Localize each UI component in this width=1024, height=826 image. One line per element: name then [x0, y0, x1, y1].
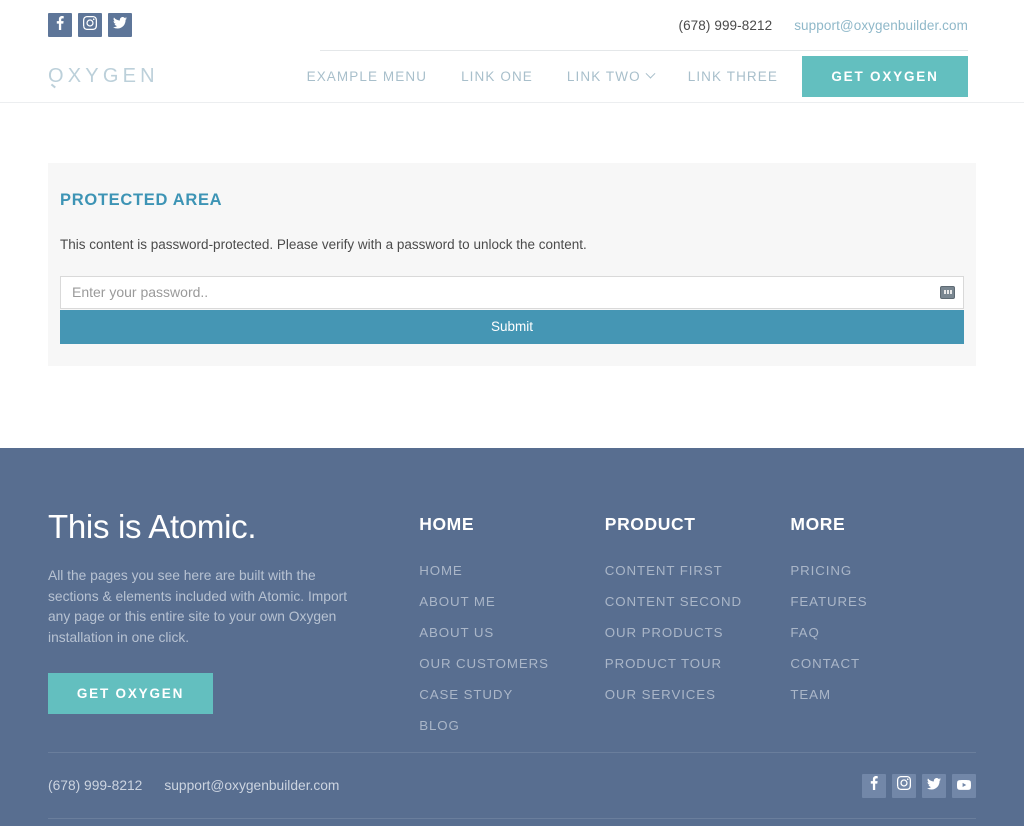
- footer-link-about-me[interactable]: ABOUT ME: [419, 594, 605, 609]
- primary-nav: EXAMPLE MENU LINK ONE LINK TWO LINK THRE…: [307, 68, 778, 84]
- site-header: OXYGEN EXAMPLE MENU LINK ONE LINK TWO LI…: [0, 50, 1024, 103]
- submit-button[interactable]: Submit: [60, 309, 964, 344]
- youtube-icon: [957, 777, 971, 795]
- nav-label: LINK TWO: [566, 68, 641, 84]
- instagram-icon: [83, 15, 98, 35]
- footer-link-product-tour[interactable]: PRODUCT TOUR: [605, 656, 791, 671]
- footer-social-link-facebook[interactable]: [862, 773, 886, 798]
- password-field-wrapper[interactable]: [60, 275, 964, 309]
- protected-area-title: PROTECTED AREA: [60, 191, 223, 209]
- topbar-email[interactable]: support@oxygenbuilder.com: [794, 18, 968, 33]
- site-logo[interactable]: OXYGEN: [48, 65, 159, 88]
- nav-item-link-two[interactable]: LINK TWO: [566, 68, 656, 84]
- protected-area-description: This content is password-protected. Plea…: [60, 237, 587, 252]
- footer-link-our-customers[interactable]: OUR CUSTOMERS: [419, 656, 605, 671]
- footer-column-heading: HOME: [419, 514, 475, 534]
- social-link-twitter[interactable]: [108, 13, 132, 37]
- footer-link-features[interactable]: FEATURES: [790, 594, 976, 609]
- footer-social-link-instagram[interactable]: [892, 773, 916, 798]
- footer-brand-description: All the pages you see here are built wit…: [48, 568, 348, 646]
- password-input[interactable]: [61, 276, 963, 308]
- footer-link-our-services[interactable]: OUR SERVICES: [605, 687, 791, 702]
- topbar-phone[interactable]: (678) 999-8212: [678, 18, 772, 33]
- footer-link-pricing[interactable]: PRICING: [790, 563, 976, 578]
- nav-item-link-three[interactable]: LINK THREE: [688, 69, 778, 84]
- footer-link-content-first[interactable]: CONTENT FIRST: [605, 563, 791, 578]
- logo-o-glyph: O: [48, 64, 68, 87]
- protected-area-panel: PROTECTED AREA This content is password-…: [48, 163, 976, 366]
- footer-brand: This is Atomic. All the pages you see he…: [48, 508, 419, 749]
- social-link-instagram[interactable]: [78, 13, 102, 37]
- page-root: (678) 999-8212 support@oxygenbuilder.com…: [0, 0, 1024, 826]
- footer-link-home[interactable]: HOME: [419, 563, 605, 578]
- nav-label: LINK THREE: [687, 68, 778, 84]
- footer-link-content-second[interactable]: CONTENT SECOND: [605, 594, 791, 609]
- footer-social-list: [862, 773, 976, 798]
- footer-link-faq[interactable]: FAQ: [790, 625, 976, 640]
- site-logo-text: XYGEN: [67, 64, 159, 87]
- topbar: (678) 999-8212 support@oxygenbuilder.com: [0, 0, 1024, 50]
- footer-link-case-study[interactable]: CASE STUDY: [419, 687, 605, 702]
- instagram-icon: [897, 776, 912, 795]
- footer-top: This is Atomic. All the pages you see he…: [48, 448, 976, 749]
- footer-brand-title: This is Atomic.: [48, 508, 257, 545]
- footer-column-heading: PRODUCT: [604, 514, 696, 534]
- topbar-contact: (678) 999-8212 support@oxygenbuilder.com: [678, 18, 968, 33]
- footer-column-product: PRODUCT CONTENT FIRST CONTENT SECOND OUR…: [605, 508, 791, 749]
- footer-column-more: MORE PRICING FEATURES FAQ CONTACT TEAM: [790, 508, 976, 749]
- header-bottom-rule: [0, 102, 1024, 103]
- footer-link-blog[interactable]: BLOG: [419, 718, 605, 733]
- chevron-down-icon: [645, 68, 656, 79]
- footer-column-heading: MORE: [790, 514, 846, 534]
- get-oxygen-header-button[interactable]: GET OXYGEN: [802, 55, 968, 97]
- social-link-facebook[interactable]: [48, 13, 72, 37]
- footer-email[interactable]: support@oxygenbuilder.com: [164, 778, 339, 793]
- twitter-icon: [927, 777, 941, 795]
- password-manager-icon[interactable]: [940, 285, 955, 299]
- twitter-icon: [113, 16, 127, 34]
- site-footer: This is Atomic. All the pages you see he…: [0, 448, 1024, 826]
- footer-link-about-us[interactable]: ABOUT US: [419, 625, 605, 640]
- topbar-social-list: [48, 13, 132, 37]
- footer-social-link-twitter[interactable]: [922, 773, 946, 798]
- footer-contact-bar: (678) 999-8212 support@oxygenbuilder.com: [48, 752, 976, 818]
- footer-bottom-bar: OXYGEN Terms & Conditions: [48, 818, 976, 826]
- nav-item-example-menu[interactable]: EXAMPLE MENU: [307, 69, 427, 84]
- footer-social-link-youtube[interactable]: [952, 773, 976, 798]
- nav-label: LINK ONE: [461, 68, 533, 84]
- footer-phone[interactable]: (678) 999-8212: [48, 778, 142, 793]
- facebook-icon: [56, 15, 64, 35]
- get-oxygen-footer-button[interactable]: GET OXYGEN: [48, 672, 213, 714]
- main-content: PROTECTED AREA This content is password-…: [0, 103, 1024, 448]
- footer-link-contact[interactable]: CONTACT: [790, 656, 976, 671]
- nav-label: EXAMPLE MENU: [306, 68, 428, 84]
- footer-column-home: HOME HOME ABOUT ME ABOUT US OUR CUSTOMER…: [419, 508, 605, 749]
- footer-link-team[interactable]: TEAM: [790, 687, 976, 702]
- nav-item-link-one[interactable]: LINK ONE: [461, 69, 533, 84]
- facebook-icon: [870, 776, 878, 795]
- footer-link-our-products[interactable]: OUR PRODUCTS: [605, 625, 791, 640]
